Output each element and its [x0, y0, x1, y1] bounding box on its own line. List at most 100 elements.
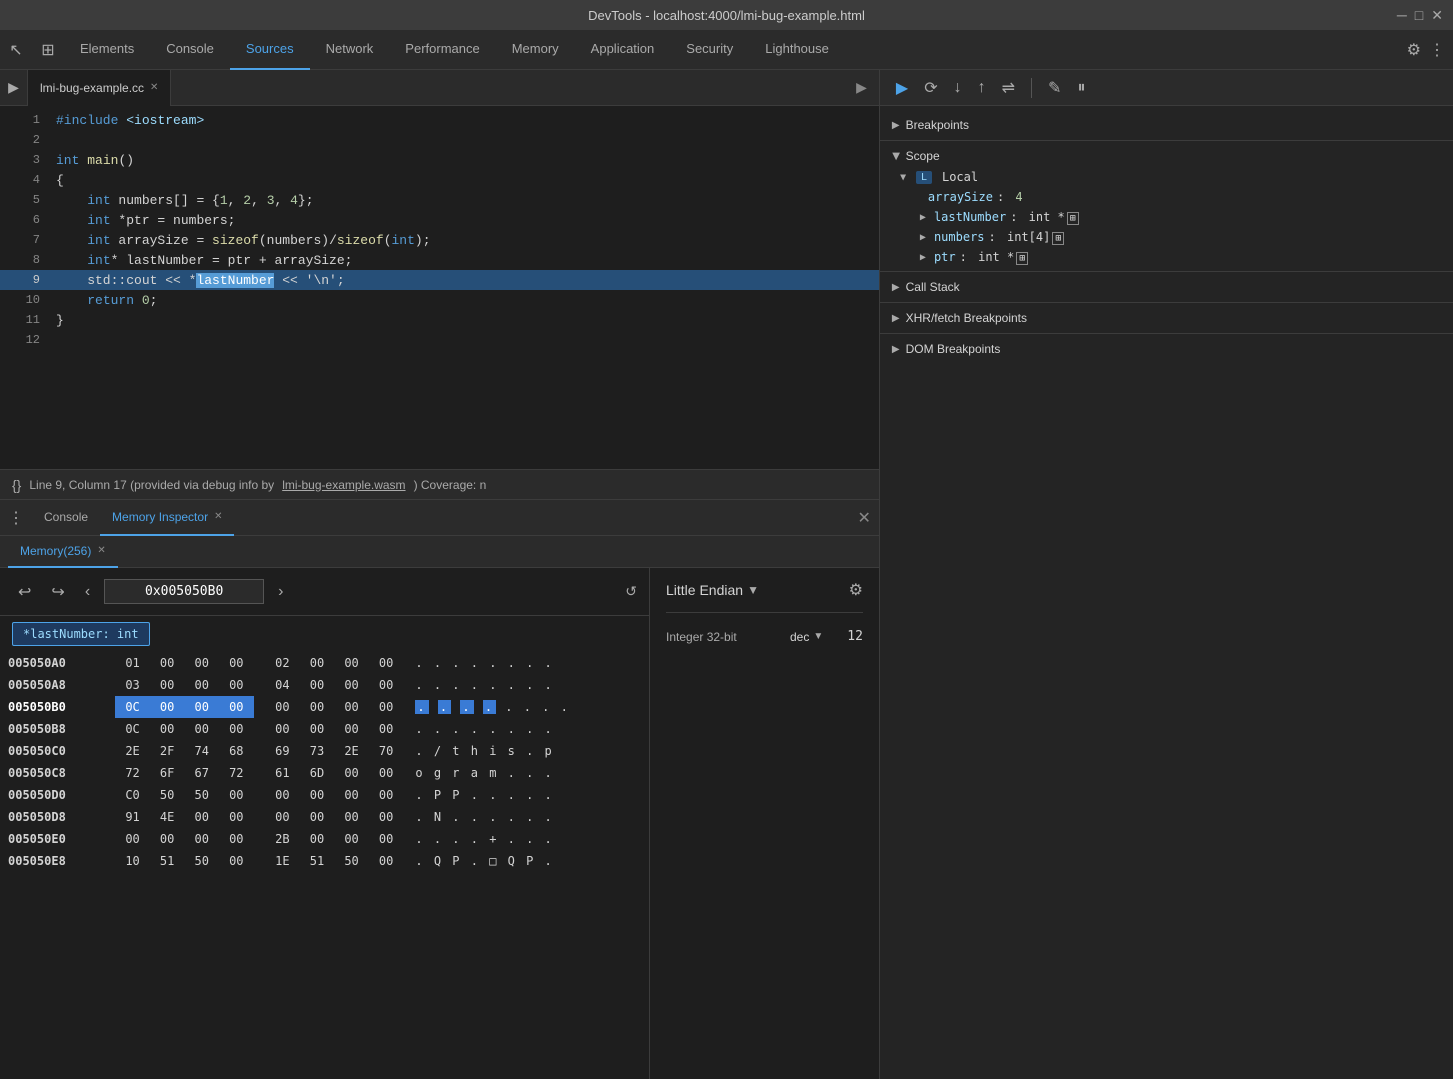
code-line-3: 3 int main() — [0, 150, 879, 170]
minimize-btn[interactable]: ─ — [1397, 7, 1407, 24]
divider-1 — [880, 140, 1453, 141]
tab-network[interactable]: Network — [310, 30, 390, 70]
step-into-btn[interactable]: ↓ — [950, 75, 966, 101]
main-area: ▶ lmi-bug-example.cc ✕ ▶ 1 #include <ios… — [0, 70, 1453, 1079]
devtools-icon[interactable]: ↖ — [9, 40, 22, 60]
memory-nav: ↩ ↪ ‹ › ↺ — [0, 568, 649, 616]
value-type-label: Integer 32-bit — [666, 630, 766, 644]
call-stack-header[interactable]: ▶ Call Stack — [880, 276, 1453, 298]
prev-btn[interactable]: ‹ — [79, 579, 96, 605]
device-icon[interactable]: ⊞ — [41, 40, 54, 60]
hex-row-e8: 005050E8 10515000 1E515000 . Q P . □ Q P… — [0, 850, 649, 872]
tab-lighthouse[interactable]: Lighthouse — [749, 30, 845, 70]
format-icon[interactable]: {} — [12, 477, 21, 493]
endian-label: Little Endian — [666, 582, 743, 598]
step-out-btn[interactable]: ↑ — [974, 75, 990, 101]
scope-panel: ▶ Breakpoints ▶ Scope ▶ L Local — [880, 106, 1453, 1079]
value-format-label: dec — [790, 630, 809, 644]
bottom-panel-close-icon[interactable]: ✕ — [858, 508, 871, 528]
file-tabs: ▶ lmi-bug-example.cc ✕ ▶ — [0, 70, 879, 106]
dom-section: ▶ DOM Breakpoints — [880, 338, 1453, 360]
maximize-btn[interactable]: □ — [1415, 7, 1423, 24]
file-tab-close-icon[interactable]: ✕ — [150, 82, 158, 93]
scope-local-label: Local — [942, 170, 978, 184]
scope-item-lastnumber[interactable]: ▶ lastNumber : int *⊞ — [880, 207, 1453, 227]
step-over-btn[interactable]: ⟳ — [920, 74, 941, 102]
hex-row-c8: 005050C8 726F6772 616D0000 o g r a m . .… — [0, 762, 649, 784]
tab-application[interactable]: Application — [575, 30, 671, 70]
more-icon[interactable]: ⋮ — [1429, 40, 1445, 60]
lastnumber-arrow-icon: ▶ — [920, 212, 926, 223]
file-tab-lmi[interactable]: lmi-bug-example.cc ✕ — [28, 70, 171, 106]
divider-4 — [880, 333, 1453, 334]
scope-item-numbers[interactable]: ▶ numbers : int[4]⊞ — [880, 227, 1453, 247]
scope-item-arraysize[interactable]: arraySize : 4 — [880, 187, 1453, 207]
tab-security[interactable]: Security — [670, 30, 749, 70]
xhr-section: ▶ XHR/fetch Breakpoints — [880, 307, 1453, 329]
tab-elements[interactable]: Elements — [64, 30, 150, 70]
hex-row-b8: 005050B8 0C000000 00000000 . . . . . . .… — [0, 718, 649, 740]
value-settings-btn[interactable]: ⚙ — [849, 580, 863, 600]
file-tab-name: lmi-bug-example.cc — [40, 81, 144, 95]
file-tab-run: ▶ — [844, 79, 879, 96]
dom-label: DOM Breakpoints — [906, 342, 1001, 356]
titlebar-controls: ─ □ ✕ — [1397, 7, 1443, 24]
step-btn[interactable]: ⇌ — [998, 74, 1019, 102]
refresh-btn[interactable]: ↺ — [625, 583, 637, 600]
hex-row-d0: 005050D0 C0505000 00000000 . P P . . . .… — [0, 784, 649, 806]
status-bar: {} Line 9, Column 17 (provided via debug… — [0, 469, 879, 499]
resume-btn[interactable]: ▶ — [892, 74, 912, 102]
chevron-down-icon: ▼ — [747, 583, 759, 597]
memory-subtabs: Memory(256) ✕ — [0, 536, 879, 568]
titlebar: DevTools - localhost:4000/lmi-bug-exampl… — [0, 0, 1453, 30]
bottom-tab-memory-label: Memory Inspector — [112, 510, 208, 524]
next-btn[interactable]: › — [272, 579, 289, 605]
deactivate-btn[interactable]: ✎ — [1044, 74, 1065, 102]
left-panel: ▶ lmi-bug-example.cc ✕ ▶ 1 #include <ios… — [0, 70, 880, 1079]
code-line-2: 2 — [0, 130, 879, 150]
bottom-panel: ⋮ Console Memory Inspector ✕ ✕ Memory(25… — [0, 499, 879, 1079]
memory-hex: ↩ ↪ ‹ › ↺ *lastNumber: int — [0, 568, 650, 1079]
divider-3 — [880, 302, 1453, 303]
run-icon[interactable]: ▶ — [856, 79, 867, 95]
numbers-arrow-icon: ▶ — [920, 232, 926, 243]
scope-label: Scope — [906, 149, 940, 163]
code-line-9: 9 std::cout << *lastNumber << '\n'; — [0, 270, 879, 290]
scope-section-header[interactable]: ▶ Scope — [880, 145, 1453, 167]
bottom-tab-console[interactable]: Console — [32, 500, 100, 536]
xhr-header[interactable]: ▶ XHR/fetch Breakpoints — [880, 307, 1453, 329]
breakpoints-header[interactable]: ▶ Breakpoints — [880, 114, 1453, 136]
back-btn[interactable]: ↩ — [12, 578, 37, 606]
tab-performance[interactable]: Performance — [389, 30, 495, 70]
scope-item-ptr[interactable]: ▶ ptr : int *⊞ — [880, 247, 1453, 267]
value-format-select[interactable]: dec ▼ — [790, 630, 823, 644]
tab-sources[interactable]: Sources — [230, 30, 310, 70]
call-stack-arrow-icon: ▶ — [892, 282, 900, 293]
pause-btn[interactable]: ⏸ — [1073, 75, 1089, 101]
bottom-panel-menu-icon[interactable]: ⋮ — [8, 508, 24, 528]
bottom-tab-memory-inspector[interactable]: Memory Inspector ✕ — [100, 500, 234, 536]
tab-console[interactable]: Console — [150, 30, 230, 70]
bottom-tab-memory-close-icon[interactable]: ✕ — [214, 511, 222, 522]
memory-subtab-close-icon[interactable]: ✕ — [97, 545, 105, 556]
address-input[interactable] — [104, 579, 264, 604]
sidebar-toggle-icon[interactable]: ▶ — [8, 79, 19, 96]
dom-arrow-icon: ▶ — [892, 344, 900, 355]
breakpoints-arrow-icon: ▶ — [892, 120, 900, 131]
scope-local-header[interactable]: ▶ L Local — [880, 167, 1453, 187]
endian-select[interactable]: Little Endian ▼ — [666, 582, 759, 598]
hex-table: 005050A0 01000000 02000000 . . . . . . .… — [0, 652, 649, 1079]
hex-row-d8: 005050D8 914E0000 00000000 . N . . . . .… — [0, 806, 649, 828]
code-line-6: 6 int *ptr = numbers; — [0, 210, 879, 230]
close-btn[interactable]: ✕ — [1431, 7, 1443, 24]
code-line-4: 4 { — [0, 170, 879, 190]
wasm-link[interactable]: lmi-bug-example.wasm — [282, 478, 405, 492]
dom-header[interactable]: ▶ DOM Breakpoints — [880, 338, 1453, 360]
right-panel: ▶ ⟳ ↓ ↑ ⇌ ✎ ⏸ ▶ Breakpoints ▶ — [880, 70, 1453, 1079]
forward-btn[interactable]: ↪ — [45, 578, 70, 606]
tab-memory[interactable]: Memory — [496, 30, 575, 70]
settings-icon[interactable]: ⚙ — [1407, 40, 1421, 60]
memory-subtab-256[interactable]: Memory(256) ✕ — [8, 536, 118, 568]
scope-arrow-icon: ▶ — [890, 152, 901, 160]
format-chevron-icon: ▼ — [813, 631, 823, 642]
